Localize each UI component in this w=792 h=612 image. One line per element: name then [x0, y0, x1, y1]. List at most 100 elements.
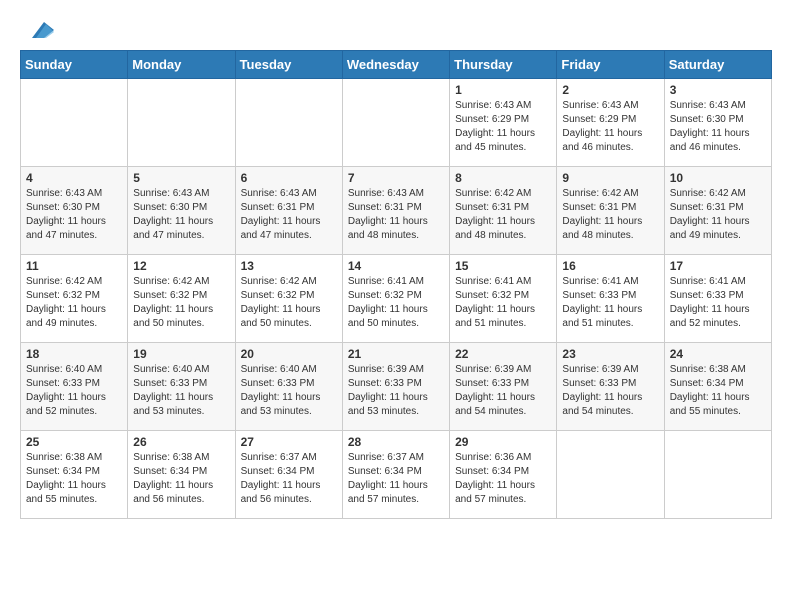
day-info: Sunrise: 6:39 AM Sunset: 6:33 PM Dayligh…	[562, 363, 658, 419]
calendar-cell: 4 Sunrise: 6:43 AM Sunset: 6:30 PM Daylig…	[21, 167, 128, 255]
day-header-thursday: Thursday	[450, 51, 557, 79]
week-row-2: 11 Sunrise: 6:42 AM Sunset: 6:32 PM Dayli…	[21, 255, 772, 343]
day-number: 7	[348, 171, 444, 185]
day-info: Sunrise: 6:42 AM Sunset: 6:32 PM Dayligh…	[133, 275, 229, 331]
calendar-cell: 12 Sunrise: 6:42 AM Sunset: 6:32 PM Dayli…	[128, 255, 235, 343]
calendar-cell: 11Sunrise: 6:42 AM Sunset: 6:32 PM Dayli…	[21, 255, 128, 343]
day-number: 28	[348, 435, 444, 449]
calendar-cell: 15Sunrise: 6:41 AM Sunset: 6:32 PM Dayli…	[450, 255, 557, 343]
week-row-0: 1 Sunrise: 6:43 AM Sunset: 6:29 PM Daylig…	[21, 79, 772, 167]
day-number: 1	[455, 83, 551, 97]
day-info: Sunrise: 6:38 AM Sunset: 6:34 PM Dayligh…	[26, 451, 122, 507]
day-number: 16	[562, 259, 658, 273]
calendar-cell: 13 Sunrise: 6:42 AM Sunset: 6:32 PM Dayli…	[235, 255, 342, 343]
day-header-friday: Friday	[557, 51, 664, 79]
calendar-cell: 16 Sunrise: 6:41 AM Sunset: 6:33 PM Dayli…	[557, 255, 664, 343]
day-info: Sunrise: 6:42 AM Sunset: 6:31 PM Dayligh…	[455, 187, 551, 243]
day-number: 25	[26, 435, 122, 449]
day-info: Sunrise: 6:38 AM Sunset: 6:34 PM Dayligh…	[670, 363, 766, 419]
day-number: 4	[26, 171, 122, 185]
calendar-cell	[128, 79, 235, 167]
day-number: 21	[348, 347, 444, 361]
calendar-cell: 8 Sunrise: 6:42 AM Sunset: 6:31 PM Daylig…	[450, 167, 557, 255]
day-info: Sunrise: 6:41 AM Sunset: 6:33 PM Dayligh…	[670, 275, 766, 331]
calendar-header-row: SundayMondayTuesdayWednesdayThursdayFrid…	[21, 51, 772, 79]
day-number: 26	[133, 435, 229, 449]
day-number: 11	[26, 259, 122, 273]
day-info: Sunrise: 6:43 AM Sunset: 6:31 PM Dayligh…	[348, 187, 444, 243]
page: SundayMondayTuesdayWednesdayThursdayFrid…	[0, 0, 792, 529]
calendar-cell	[342, 79, 449, 167]
day-info: Sunrise: 6:43 AM Sunset: 6:30 PM Dayligh…	[26, 187, 122, 243]
day-header-sunday: Sunday	[21, 51, 128, 79]
day-info: Sunrise: 6:41 AM Sunset: 6:32 PM Dayligh…	[348, 275, 444, 331]
calendar-cell: 20 Sunrise: 6:40 AM Sunset: 6:33 PM Dayli…	[235, 343, 342, 431]
day-number: 17	[670, 259, 766, 273]
calendar-cell: 21 Sunrise: 6:39 AM Sunset: 6:33 PM Dayli…	[342, 343, 449, 431]
calendar-cell: 5 Sunrise: 6:43 AM Sunset: 6:30 PM Daylig…	[128, 167, 235, 255]
day-info: Sunrise: 6:42 AM Sunset: 6:31 PM Dayligh…	[562, 187, 658, 243]
day-number: 5	[133, 171, 229, 185]
logo	[20, 18, 54, 40]
calendar-cell	[664, 431, 771, 519]
calendar-cell: 24 Sunrise: 6:38 AM Sunset: 6:34 PM Dayli…	[664, 343, 771, 431]
day-number: 6	[241, 171, 337, 185]
calendar-cell: 6 Sunrise: 6:43 AM Sunset: 6:31 PM Daylig…	[235, 167, 342, 255]
calendar-cell: 28 Sunrise: 6:37 AM Sunset: 6:34 PM Dayli…	[342, 431, 449, 519]
calendar-cell: 17 Sunrise: 6:41 AM Sunset: 6:33 PM Dayli…	[664, 255, 771, 343]
calendar-cell	[21, 79, 128, 167]
day-info: Sunrise: 6:41 AM Sunset: 6:32 PM Dayligh…	[455, 275, 551, 331]
day-info: Sunrise: 6:43 AM Sunset: 6:29 PM Dayligh…	[562, 99, 658, 155]
day-number: 24	[670, 347, 766, 361]
day-info: Sunrise: 6:38 AM Sunset: 6:34 PM Dayligh…	[133, 451, 229, 507]
day-number: 18	[26, 347, 122, 361]
day-info: Sunrise: 6:36 AM Sunset: 6:34 PM Dayligh…	[455, 451, 551, 507]
header	[20, 18, 772, 40]
day-info: Sunrise: 6:42 AM Sunset: 6:31 PM Dayligh…	[670, 187, 766, 243]
calendar-cell: 7 Sunrise: 6:43 AM Sunset: 6:31 PM Daylig…	[342, 167, 449, 255]
day-number: 10	[670, 171, 766, 185]
calendar-cell: 2 Sunrise: 6:43 AM Sunset: 6:29 PM Daylig…	[557, 79, 664, 167]
day-info: Sunrise: 6:43 AM Sunset: 6:30 PM Dayligh…	[133, 187, 229, 243]
calendar-cell	[235, 79, 342, 167]
day-number: 20	[241, 347, 337, 361]
calendar-cell: 19 Sunrise: 6:40 AM Sunset: 6:33 PM Dayli…	[128, 343, 235, 431]
day-info: Sunrise: 6:43 AM Sunset: 6:31 PM Dayligh…	[241, 187, 337, 243]
day-number: 8	[455, 171, 551, 185]
day-number: 13	[241, 259, 337, 273]
day-header-monday: Monday	[128, 51, 235, 79]
day-info: Sunrise: 6:39 AM Sunset: 6:33 PM Dayligh…	[348, 363, 444, 419]
calendar-cell: 23Sunrise: 6:39 AM Sunset: 6:33 PM Dayli…	[557, 343, 664, 431]
week-row-3: 18 Sunrise: 6:40 AM Sunset: 6:33 PM Dayli…	[21, 343, 772, 431]
calendar-cell: 3Sunrise: 6:43 AM Sunset: 6:30 PM Daylig…	[664, 79, 771, 167]
day-number: 2	[562, 83, 658, 97]
day-header-saturday: Saturday	[664, 51, 771, 79]
calendar-table: SundayMondayTuesdayWednesdayThursdayFrid…	[20, 50, 772, 519]
calendar-cell: 25 Sunrise: 6:38 AM Sunset: 6:34 PM Dayli…	[21, 431, 128, 519]
day-number: 19	[133, 347, 229, 361]
day-info: Sunrise: 6:42 AM Sunset: 6:32 PM Dayligh…	[241, 275, 337, 331]
day-header-wednesday: Wednesday	[342, 51, 449, 79]
calendar-cell: 29 Sunrise: 6:36 AM Sunset: 6:34 PM Dayli…	[450, 431, 557, 519]
calendar-cell: 27Sunrise: 6:37 AM Sunset: 6:34 PM Dayli…	[235, 431, 342, 519]
calendar-cell	[557, 431, 664, 519]
logo-icon	[22, 18, 54, 40]
day-number: 29	[455, 435, 551, 449]
day-number: 22	[455, 347, 551, 361]
day-number: 9	[562, 171, 658, 185]
day-info: Sunrise: 6:39 AM Sunset: 6:33 PM Dayligh…	[455, 363, 551, 419]
day-info: Sunrise: 6:40 AM Sunset: 6:33 PM Dayligh…	[241, 363, 337, 419]
day-info: Sunrise: 6:43 AM Sunset: 6:29 PM Dayligh…	[455, 99, 551, 155]
calendar-cell: 14Sunrise: 6:41 AM Sunset: 6:32 PM Dayli…	[342, 255, 449, 343]
calendar-cell: 9 Sunrise: 6:42 AM Sunset: 6:31 PM Daylig…	[557, 167, 664, 255]
calendar-cell: 22 Sunrise: 6:39 AM Sunset: 6:33 PM Dayli…	[450, 343, 557, 431]
day-info: Sunrise: 6:40 AM Sunset: 6:33 PM Dayligh…	[26, 363, 122, 419]
calendar-cell: 10 Sunrise: 6:42 AM Sunset: 6:31 PM Dayli…	[664, 167, 771, 255]
calendar-cell: 1 Sunrise: 6:43 AM Sunset: 6:29 PM Daylig…	[450, 79, 557, 167]
day-info: Sunrise: 6:37 AM Sunset: 6:34 PM Dayligh…	[348, 451, 444, 507]
day-number: 12	[133, 259, 229, 273]
day-info: Sunrise: 6:40 AM Sunset: 6:33 PM Dayligh…	[133, 363, 229, 419]
calendar-cell: 26 Sunrise: 6:38 AM Sunset: 6:34 PM Dayli…	[128, 431, 235, 519]
day-info: Sunrise: 6:41 AM Sunset: 6:33 PM Dayligh…	[562, 275, 658, 331]
day-header-tuesday: Tuesday	[235, 51, 342, 79]
